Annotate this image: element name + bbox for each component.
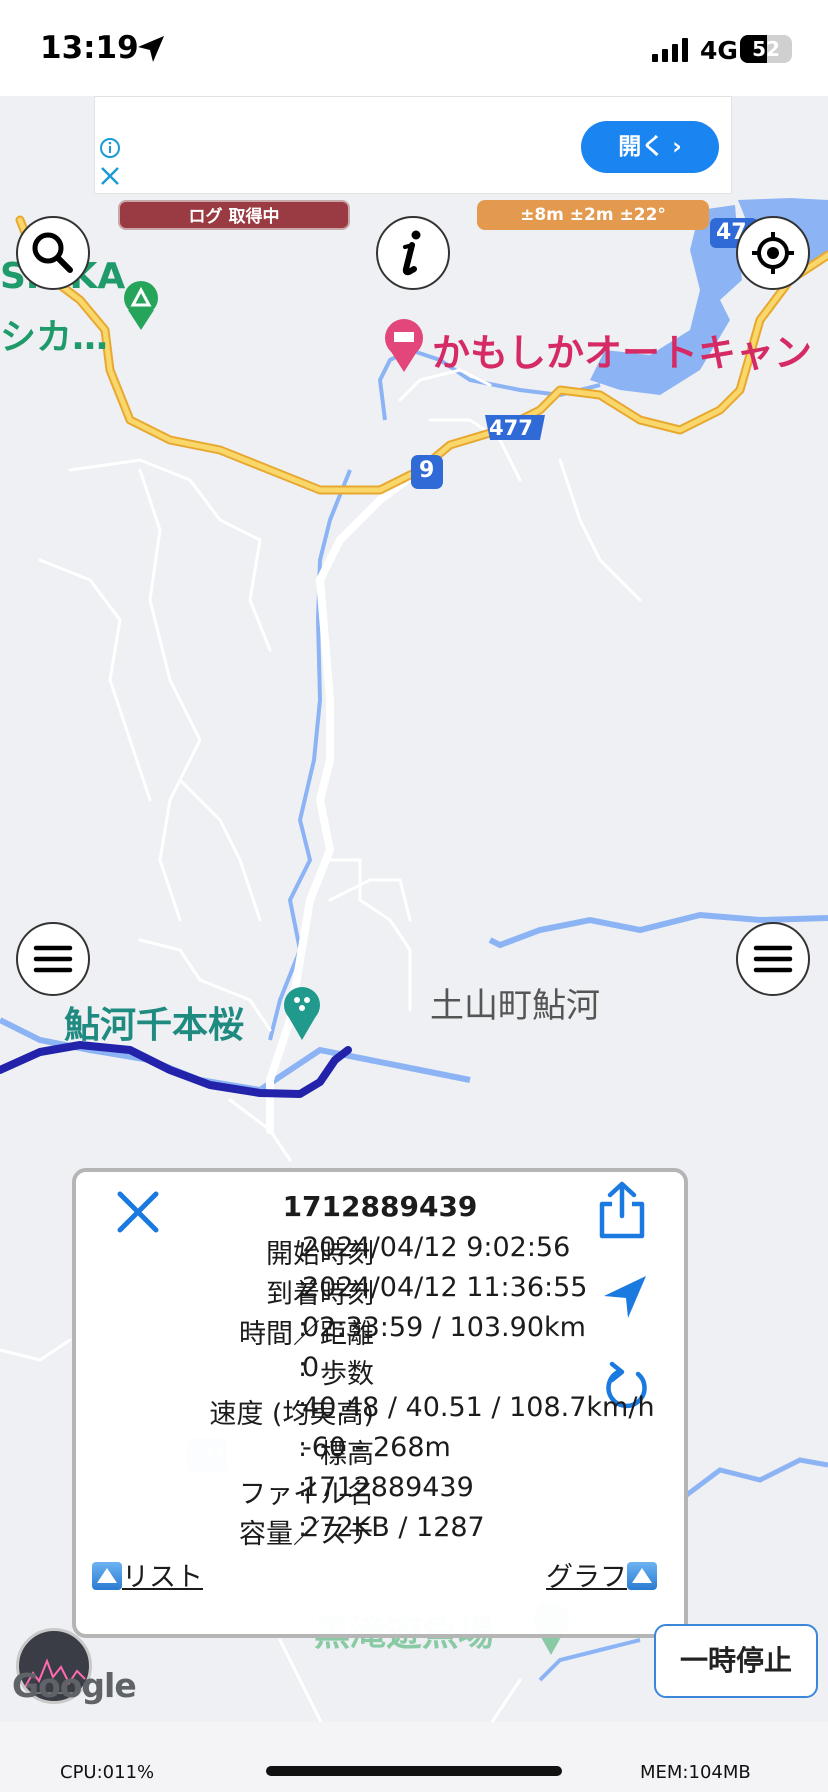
info-row-value: 02:33:59 / 103.90km bbox=[302, 1312, 586, 1343]
share-icon[interactable] bbox=[594, 1180, 650, 1240]
menu-button-left[interactable] bbox=[16, 922, 90, 996]
info-row-filename: ファイル名:1712889439 bbox=[76, 1472, 692, 1510]
cpu-usage: CPU:011% bbox=[60, 1762, 155, 1783]
list-label: リスト bbox=[122, 1562, 203, 1593]
graph-link[interactable]: グラフ bbox=[546, 1555, 657, 1594]
home-indicator[interactable] bbox=[266, 1766, 562, 1776]
track-title: 1712889439 bbox=[282, 1190, 478, 1223]
locate-button[interactable] bbox=[736, 216, 810, 290]
battery-icon: 52 bbox=[740, 35, 792, 63]
arrow-up-icon bbox=[92, 1562, 122, 1590]
signal-bars-icon bbox=[652, 38, 688, 62]
list-link[interactable]: リスト bbox=[92, 1555, 203, 1594]
ad-open-label: 開く bbox=[618, 134, 665, 160]
memory-usage: MEM:104MB bbox=[640, 1762, 751, 1783]
map-label-town: 土山町鮎河 bbox=[430, 986, 600, 1026]
chevron-right-icon: › bbox=[672, 134, 682, 160]
search-icon bbox=[32, 232, 73, 273]
close-icon[interactable] bbox=[99, 165, 121, 187]
info-row-size: 容量／ステ:272KB / 1287 bbox=[76, 1512, 692, 1550]
route-label-477: 477 bbox=[489, 416, 533, 440]
ad-open-button[interactable]: 開く › bbox=[581, 121, 719, 173]
map-label-shika-ja: シカ… bbox=[0, 317, 109, 358]
search-button[interactable] bbox=[16, 216, 90, 290]
info-row-value: 2024/04/12 9:02:56 bbox=[302, 1232, 571, 1263]
info-row-speed: 速度 (均実高):40.48 / 40.51 / 108.7km/h bbox=[76, 1392, 692, 1430]
info-button[interactable] bbox=[376, 216, 450, 290]
info-row-time-distance: 時間／距離:02:33:59 / 103.90km bbox=[76, 1312, 692, 1350]
info-row-elevation: 標高: -60 - 268m bbox=[76, 1432, 692, 1470]
track-info-panel: 1712889439 開始時刻:2024/04/12 9:02:56 到着時刻:… bbox=[72, 1168, 688, 1638]
battery-level: 52 bbox=[752, 37, 780, 61]
accuracy-badge: ±8m ±2m ±22° bbox=[477, 200, 709, 230]
info-row-value: 272KB / 1287 bbox=[302, 1512, 485, 1543]
menu-button-right[interactable] bbox=[736, 922, 810, 996]
log-status-badge: ログ 取得中 bbox=[118, 200, 350, 230]
info-row-arrival-time: 到着時刻:2024/04/12 11:36:55 bbox=[76, 1272, 692, 1310]
arrow-up-icon bbox=[627, 1562, 657, 1590]
info-italic-icon bbox=[402, 230, 421, 276]
location-arrow-icon bbox=[138, 36, 164, 62]
route-label-9: 9 bbox=[419, 458, 435, 483]
status-bar: 13:19 4G 52 bbox=[0, 0, 828, 96]
info-row-value: 40.48 / 40.51 / 108.7km/h bbox=[302, 1392, 655, 1423]
info-icon[interactable] bbox=[99, 137, 121, 159]
info-row-value: 1712889439 bbox=[302, 1472, 474, 1503]
pause-button[interactable]: 一時停止 bbox=[654, 1624, 818, 1698]
hamburger-icon bbox=[33, 945, 73, 973]
info-row-label: 歩数 bbox=[320, 1359, 374, 1390]
map-label-sakura: 鮎河千本桜 bbox=[64, 1005, 245, 1046]
info-row-steps: 歩数:0 bbox=[76, 1352, 692, 1390]
hamburger-icon bbox=[753, 945, 793, 973]
info-row-value: -60 - 268m bbox=[302, 1432, 451, 1463]
network-type: 4G bbox=[700, 36, 738, 65]
info-row-value: 0 bbox=[302, 1352, 320, 1383]
info-row-start-time: 開始時刻:2024/04/12 9:02:56 bbox=[76, 1232, 692, 1270]
status-time: 13:19 bbox=[40, 30, 139, 66]
google-logo: Google bbox=[12, 1666, 137, 1705]
info-row-value: 2024/04/12 11:36:55 bbox=[302, 1272, 588, 1303]
map-label-campsite: かもしかオートキャン bbox=[432, 331, 813, 375]
ad-banner[interactable]: 開く › bbox=[94, 96, 732, 194]
crosshair-icon bbox=[752, 232, 794, 274]
graph-label: グラフ bbox=[546, 1562, 627, 1593]
